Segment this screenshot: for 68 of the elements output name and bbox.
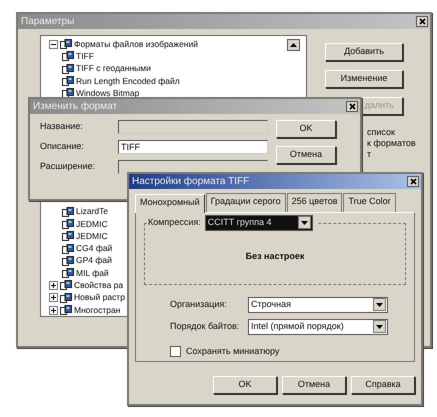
file-format-icon <box>62 231 74 242</box>
file-format-icon <box>62 51 74 62</box>
note-text: список <box>367 127 396 138</box>
tree-item[interactable]: GP4 фай <box>76 254 112 268</box>
message-text: Без настроек <box>244 250 306 263</box>
close-button[interactable] <box>346 101 358 112</box>
tab[interactable]: Градации серого <box>206 193 286 212</box>
checkbox[interactable] <box>170 346 181 357</box>
field-label: Расширение: <box>40 160 96 174</box>
tree-item[interactable]: Многостран <box>74 304 120 316</box>
tab[interactable]: Монохромный <box>135 194 205 212</box>
window-title: Настройки формата TIFF <box>132 175 250 189</box>
field-label: Порядок байтов: <box>170 320 240 333</box>
collapse-icon[interactable] <box>49 40 58 49</box>
dialog-button[interactable]: OK <box>276 120 336 138</box>
tree-item[interactable]: JEDMIC <box>76 230 108 243</box>
field-label: Описание: <box>40 140 85 154</box>
expand-icon[interactable] <box>49 306 58 314</box>
file-format-icon <box>60 292 72 303</box>
field-label: Организация: <box>170 298 228 311</box>
dialog-button[interactable]: Отмена <box>282 376 346 394</box>
field-label: Компрессия: <box>148 216 201 229</box>
up-arrow-icon <box>290 43 297 47</box>
tree-item[interactable]: Форматы файлов изображений <box>74 38 198 51</box>
tree-item[interactable]: Windows Bitmap <box>76 86 140 100</box>
dialog-button[interactable]: Отмена <box>276 146 336 164</box>
note-text: к форматов <box>367 138 416 149</box>
file-format-icon <box>62 244 74 254</box>
file-format-icon <box>60 39 72 50</box>
close-button[interactable] <box>407 176 419 187</box>
dropdown[interactable]: Intel (прямой порядок) <box>248 318 388 334</box>
tree-item[interactable]: JEDMIC <box>76 218 108 230</box>
checkbox-label: Сохранять миниатюру <box>186 344 280 358</box>
file-format-icon <box>62 206 74 217</box>
tree-item[interactable]: MIL фай <box>76 266 109 280</box>
window-title: Параметры <box>21 15 74 29</box>
tree-item[interactable]: Run Length Encoded файл <box>76 74 180 88</box>
tree-item[interactable]: TIFF с геоданными <box>76 62 151 76</box>
scroll-up-button[interactable] <box>287 39 300 51</box>
window-title: Изменить формат <box>33 100 118 114</box>
expand-icon[interactable] <box>49 280 58 290</box>
tree-item[interactable]: CG4 фай <box>76 242 112 255</box>
file-format-icon <box>62 256 74 266</box>
file-format-icon <box>62 218 74 229</box>
tree-item[interactable]: Новый растр <box>74 291 125 304</box>
text-field[interactable]: TIFF <box>118 140 268 154</box>
dropdown-arrow-icon <box>376 302 383 306</box>
file-format-icon <box>60 280 72 290</box>
dialog-button[interactable]: OK <box>213 376 277 394</box>
tree-item[interactable]: TIFF <box>76 50 94 63</box>
dropdown-arrow-icon <box>300 220 308 224</box>
dropdown-arrow-icon <box>376 324 383 328</box>
dropdown[interactable]: Строчная <box>248 296 388 312</box>
tree-item[interactable]: LizardTe <box>76 205 108 218</box>
note-text: т <box>367 149 372 160</box>
dialog-button[interactable]: Изменение <box>325 70 403 88</box>
dialog-button[interactable]: Добавить <box>325 43 403 61</box>
tree-item[interactable]: Свойства ра <box>74 279 124 292</box>
tab[interactable]: True Color <box>343 193 396 212</box>
dialog-button[interactable]: Справка <box>351 376 415 394</box>
file-format-icon <box>62 76 74 86</box>
close-button[interactable] <box>416 16 428 27</box>
expand-icon[interactable] <box>49 293 58 302</box>
file-format-icon <box>62 268 74 278</box>
field-label: Название: <box>40 120 84 134</box>
file-format-icon <box>62 64 74 74</box>
dropdown[interactable]: CCITT группа 4 <box>204 214 313 230</box>
tab[interactable]: 256 цветов <box>286 193 342 212</box>
